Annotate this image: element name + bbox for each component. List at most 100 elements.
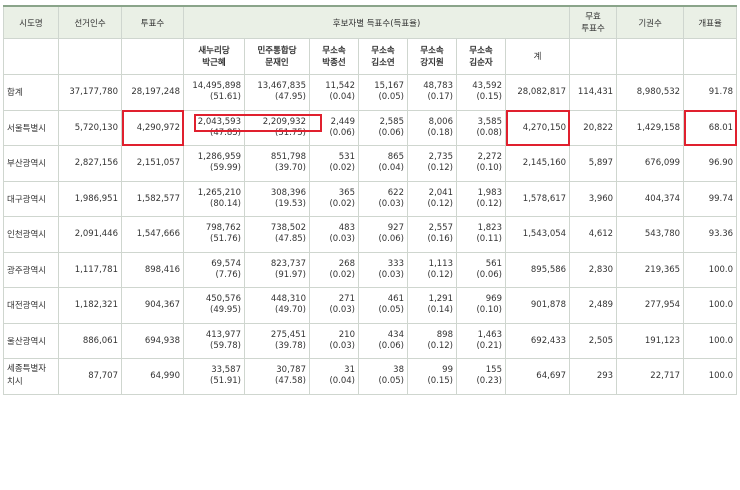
candidate-votes-cell: 738,502 (47.85) [244, 216, 310, 253]
turnout-cell: 100.0 [683, 322, 738, 359]
candidate-name: 박종선 [322, 57, 346, 68]
highlight-candidates-seoul [194, 114, 322, 132]
candidate-votes-cell: 333 (0.03) [358, 251, 408, 288]
invalid-cell: 4,612 [569, 216, 618, 253]
candidate-votes-cell: 30,787 (47.58) [244, 358, 310, 395]
candidate-votes-cell: 898 (0.12) [407, 322, 457, 359]
abstain-cell: 1,429,158 [616, 109, 685, 146]
table-row: 광주광역시 1,117,781 898,416 69,574 (7.76) 823,737… [3, 251, 738, 288]
turnout-cell: 96.90 [683, 145, 738, 182]
candidate-votes-cell: 2,585 (0.06) [358, 109, 408, 146]
header-total: 계 [504, 38, 571, 75]
candidate-votes-cell: 413,977 (59.78) [183, 322, 245, 359]
candidate-votes-cell: 268 (0.02) [309, 251, 359, 288]
electors-cell: 886,061 [58, 322, 122, 359]
candidate-votes-cell: 531 (0.02) [309, 145, 359, 182]
turnout-cell: 93.36 [683, 216, 738, 253]
candidate-votes-cell: 48,783 (0.17) [407, 74, 457, 111]
table-row: 인천광역시 2,091,446 1,547,666 798,762 (51.76) 738… [3, 216, 738, 253]
invalid-cell: 20,822 [569, 109, 618, 146]
table-row: 합계 37,177,780 28,197,248 14,495,898 (51.61) 1… [3, 74, 738, 111]
election-results-table: 시도명 선거인수 투표수 후보자별 득표수(득표율) 무효 투표수 기권수 개표율… [3, 5, 738, 395]
electors-cell: 2,827,156 [58, 145, 122, 182]
electors-cell: 1,986,951 [58, 180, 122, 217]
header-candidate-votes: 후보자별 득표수(득표율) [182, 5, 571, 39]
candidate-votes-cell: 210 (0.03) [309, 322, 359, 359]
candidate-votes-cell: 483 (0.03) [309, 216, 359, 253]
electors-cell: 1,117,781 [58, 251, 122, 288]
candidate-header-5: 무소속 김순자 [456, 38, 506, 75]
candidate-name: 강지원 [420, 57, 444, 68]
table-row: 부산광역시 2,827,156 2,151,057 1,286,959 (59.99) 8… [3, 145, 738, 182]
candidate-votes-cell: 308,396 (19.53) [244, 180, 310, 217]
abstain-cell: 8,980,532 [616, 74, 685, 111]
total-cell: 901,878 [504, 287, 571, 324]
turnout-cell: 100.0 [683, 287, 738, 324]
candidate-name: 김순자 [469, 57, 493, 68]
candidate-votes-cell: 2,735 (0.12) [407, 145, 457, 182]
invalid-cell: 293 [569, 358, 618, 395]
header-voters: 투표수 [121, 5, 184, 39]
candidate-votes-cell: 1,983 (0.12) [456, 180, 506, 217]
turnout-cell-highlighted: 68.01 [683, 109, 738, 146]
table-row: 세종특별자 치시 87,707 64,990 33,587 (51.91) 30,787 (4… [3, 358, 738, 395]
candidate-votes-cell: 434 (0.06) [358, 322, 408, 359]
voters-cell: 64,990 [121, 358, 184, 395]
electors-cell: 37,177,780 [58, 74, 122, 111]
region-cell: 서울특별시 [3, 109, 59, 146]
candidate-header-0: 새누리당 박근혜 [183, 38, 245, 75]
candidate-name: 박근혜 [202, 57, 226, 68]
candidate-votes-cell: 561 (0.06) [456, 251, 506, 288]
candidate-votes-cell: 13,467,835 (47.95) [244, 74, 310, 111]
region-cell: 인천광역시 [3, 216, 59, 253]
candidate-party: 새누리당 [198, 45, 230, 56]
header-invalid: 무효 투표수 [569, 5, 618, 39]
region-cell: 합계 [3, 74, 59, 111]
candidate-votes-cell: 14,495,898 (51.61) [183, 74, 245, 111]
total-cell: 28,082,817 [504, 74, 571, 111]
candidate-votes-cell: 2,272 (0.10) [456, 145, 506, 182]
turnout-cell: 100.0 [683, 251, 738, 288]
table-row: 서울특별시 5,720,130 4,290,972 2,043,593 (47.85) 2… [3, 109, 738, 146]
candidate-votes-cell: 865 (0.04) [358, 145, 408, 182]
candidate-party: 무소속 [371, 45, 395, 56]
candidate-votes-cell: 8,006 (0.18) [407, 109, 457, 146]
invalid-cell: 114,431 [569, 74, 618, 111]
electors-cell: 2,091,446 [58, 216, 122, 253]
voters-cell: 694,938 [121, 322, 184, 359]
candidate-votes-cell: 69,574 (7.76) [183, 251, 245, 288]
candidate-header-2: 무소속 박종선 [309, 38, 359, 75]
candidate-votes-cell: 99 (0.15) [407, 358, 457, 395]
turnout-cell: 99.74 [683, 180, 738, 217]
candidate-votes-cell: 927 (0.06) [358, 216, 408, 253]
candidate-votes-cell: 2,041 (0.12) [407, 180, 457, 217]
invalid-cell: 2,505 [569, 322, 618, 359]
candidate-header-3: 무소속 김소연 [358, 38, 408, 75]
abstain-cell: 404,374 [616, 180, 685, 217]
total-cell: 1,543,054 [504, 216, 571, 253]
invalid-cell: 2,489 [569, 287, 618, 324]
total-cell: 2,145,160 [504, 145, 571, 182]
candidate-votes-cell: 1,823 (0.11) [456, 216, 506, 253]
candidate-votes-cell: 38 (0.05) [358, 358, 408, 395]
electors-cell: 5,720,130 [58, 109, 122, 146]
abstain-cell: 676,099 [616, 145, 685, 182]
total-cell-highlighted: 4,270,150 [504, 109, 571, 146]
electors-cell: 87,707 [58, 358, 122, 395]
header-abstain: 기권수 [616, 5, 685, 39]
candidate-votes-cell: 450,576 (49.95) [183, 287, 245, 324]
voters-cell: 28,197,248 [121, 74, 184, 111]
candidate-party: 무소속 [469, 45, 493, 56]
candidate-header-1: 민주통합당 문재인 [244, 38, 310, 75]
candidate-votes-cell: 1,113 (0.12) [407, 251, 457, 288]
candidate-votes-cell: 1,286,959 (59.99) [183, 145, 245, 182]
candidate-votes-cell: 365 (0.02) [309, 180, 359, 217]
invalid-cell: 2,830 [569, 251, 618, 288]
abstain-cell: 277,954 [616, 287, 685, 324]
candidate-votes-cell: 1,291 (0.14) [407, 287, 457, 324]
turnout-cell: 100.0 [683, 358, 738, 395]
candidate-name: 문재인 [265, 57, 289, 68]
abstain-cell: 543,780 [616, 216, 685, 253]
total-cell: 895,586 [504, 251, 571, 288]
region-cell: 부산광역시 [3, 145, 59, 182]
